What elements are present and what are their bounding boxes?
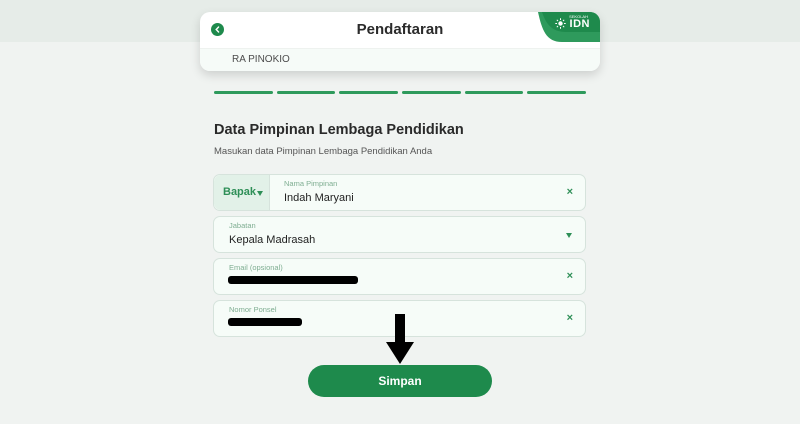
email-field[interactable]: Email (opsional) ×	[213, 258, 586, 295]
redaction-mark	[228, 276, 358, 284]
progress-steps	[214, 91, 587, 94]
progress-step	[214, 91, 273, 94]
header-top: Pendaftaran SEKOLAH IDN	[200, 12, 600, 48]
redaction-mark	[228, 318, 302, 326]
section-title: Data Pimpinan Lembaga Pendidikan	[214, 122, 464, 138]
leader-name-field[interactable]: Bapak Nama Pimpinan Indah Maryani ×	[213, 174, 586, 211]
institution-bar: RA PINOKIO	[200, 48, 600, 71]
brand-text: IDN	[569, 18, 590, 30]
save-button[interactable]: Simpan	[308, 365, 492, 397]
caret-down-icon[interactable]	[566, 233, 572, 238]
phone-label: Nomor Ponsel	[229, 305, 277, 314]
position-select[interactable]: Jabatan Kepala Madrasah	[213, 216, 586, 253]
clear-icon[interactable]: ×	[567, 312, 573, 324]
progress-step	[402, 91, 461, 94]
institution-name: RA PINOKIO	[232, 54, 290, 65]
progress-step	[339, 91, 399, 94]
header-card: Pendaftaran SEKOLAH IDN RA PINOKIO	[200, 12, 600, 71]
leader-name-input[interactable]: Indah Maryani	[284, 192, 354, 204]
caret-down-icon	[257, 191, 263, 196]
title-prefix-select[interactable]: Bapak	[214, 175, 270, 210]
position-label: Jabatan	[229, 221, 256, 230]
leader-name-label: Nama Pimpinan	[284, 179, 338, 188]
progress-step	[464, 91, 524, 94]
position-value: Kepala Madrasah	[229, 234, 316, 246]
clear-icon[interactable]: ×	[567, 186, 573, 198]
title-prefix-value: Bapak	[223, 186, 257, 198]
brand-logo: SEKOLAH IDN	[532, 12, 600, 48]
section-subtitle: Masukan data Pimpinan Lembaga Pendidikan…	[214, 146, 433, 157]
clear-icon[interactable]: ×	[567, 270, 573, 282]
arrow-down-icon	[386, 314, 414, 364]
progress-step	[276, 91, 336, 94]
email-label: Email (opsional)	[229, 263, 283, 272]
sun-icon	[555, 18, 566, 29]
progress-step	[527, 91, 587, 94]
